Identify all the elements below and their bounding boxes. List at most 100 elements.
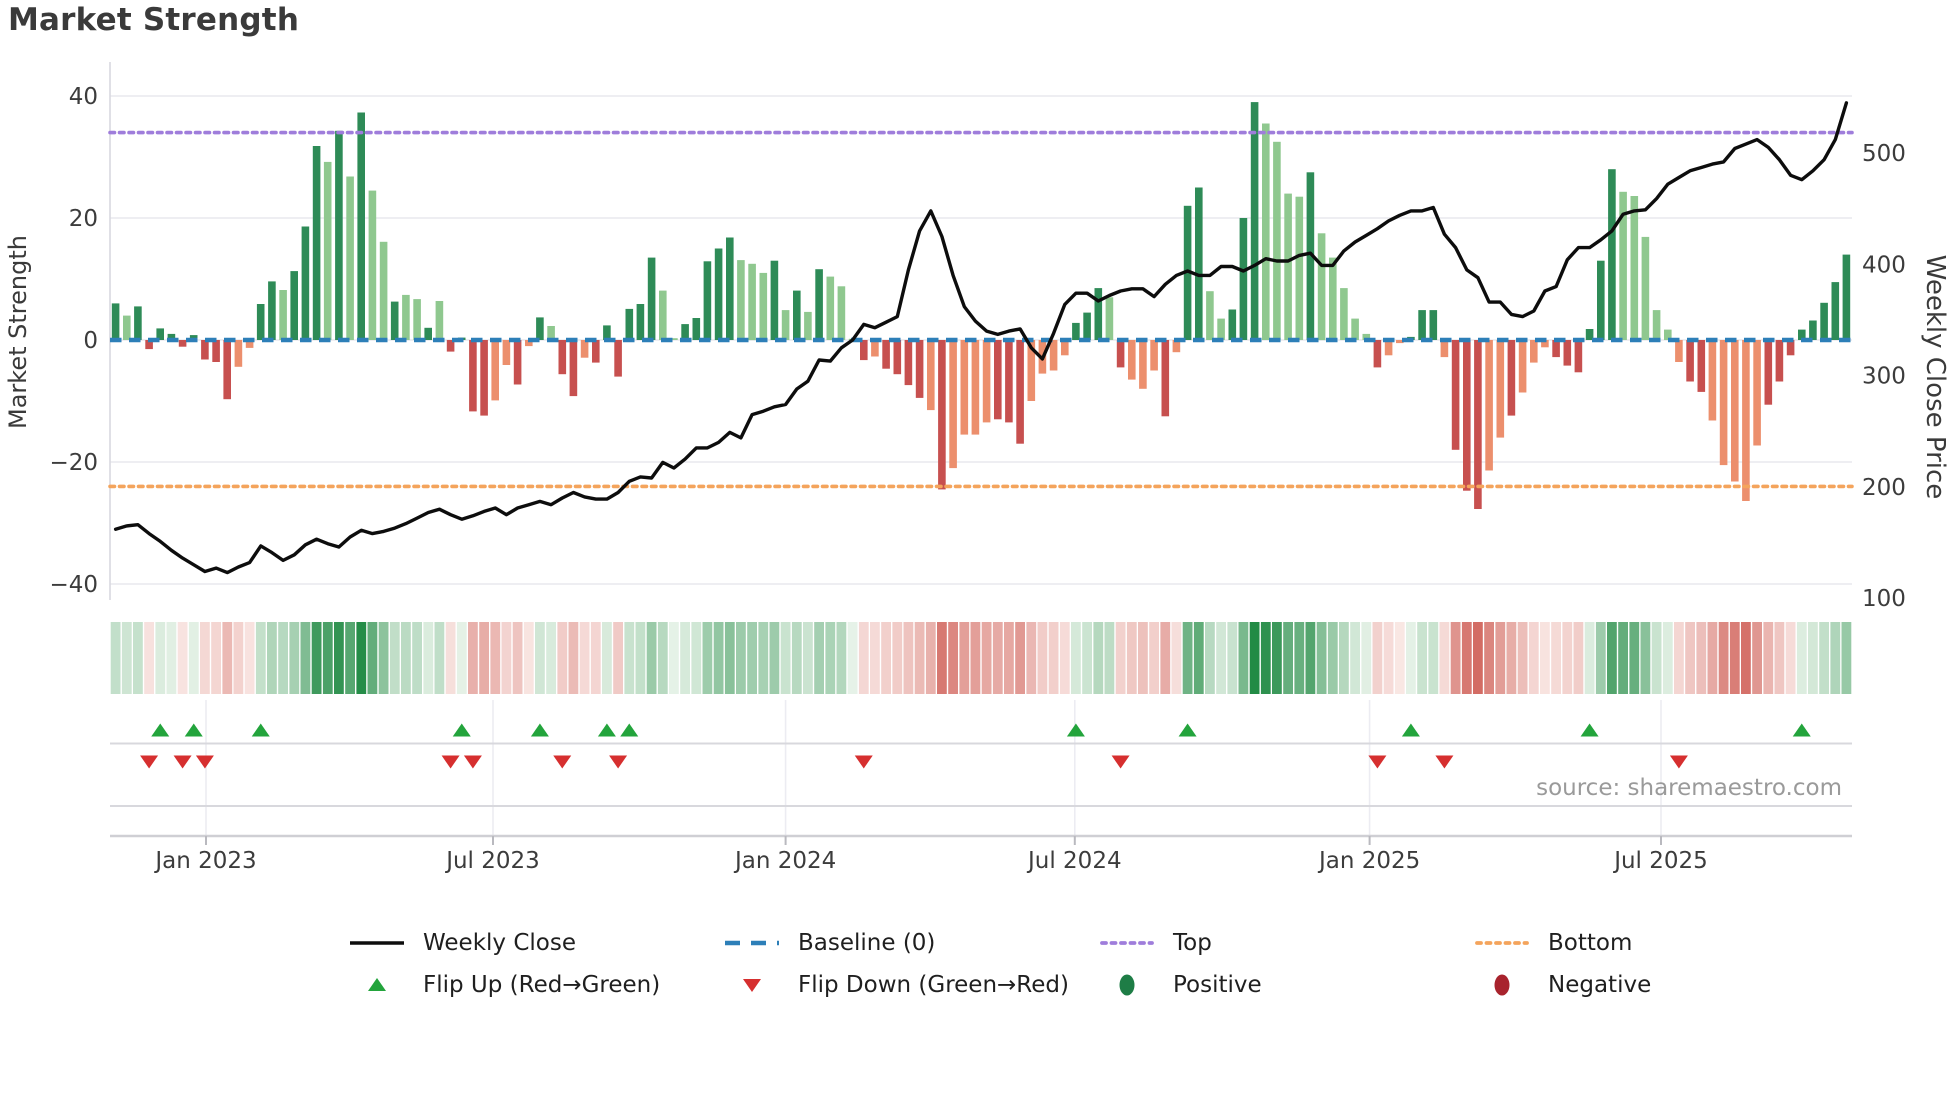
heatmap-cell — [925, 622, 936, 694]
svg-text:500: 500 — [1862, 141, 1906, 167]
left-axis-title: Market Strength — [4, 235, 32, 429]
flip-down-icon — [140, 755, 159, 769]
heatmap-cell — [602, 622, 612, 694]
flip-down-icon — [1368, 755, 1387, 769]
flip-down-icon — [553, 755, 572, 769]
bar — [469, 340, 477, 412]
heatmap-cell — [1595, 622, 1606, 694]
heatmap-cell — [903, 622, 914, 694]
heatmap-cell — [858, 622, 869, 694]
bar — [234, 340, 243, 367]
bar — [1764, 340, 1773, 405]
heatmap-cell — [1707, 622, 1718, 694]
heatmap-cell — [1193, 622, 1204, 694]
heatmap-cell — [233, 622, 244, 694]
heatmap-cell — [322, 622, 333, 694]
heatmap-cell — [401, 622, 411, 694]
bar — [1418, 310, 1426, 340]
swatch-dashed-icon — [720, 930, 784, 956]
bar — [1608, 169, 1616, 340]
heatmap-cell — [1182, 622, 1193, 694]
bar — [223, 340, 231, 400]
bar — [714, 248, 723, 340]
heatmap-cell — [825, 622, 836, 694]
flip-down-icon — [195, 755, 214, 769]
heatmap-cell — [1718, 622, 1729, 694]
heatmap-cell — [501, 622, 512, 694]
bar — [435, 301, 444, 340]
heatmap-cell — [1439, 622, 1450, 694]
bar — [1128, 340, 1136, 380]
bar — [1340, 288, 1348, 340]
heatmap-cell — [1573, 622, 1584, 694]
heatmap-cell — [535, 622, 545, 694]
heatmap-cell — [1205, 622, 1215, 694]
bar — [1809, 320, 1817, 340]
heatmap-cell — [177, 622, 188, 694]
bar — [1641, 236, 1650, 340]
bar — [1072, 322, 1080, 340]
bar — [1206, 291, 1214, 340]
heatmap-cell — [1506, 622, 1517, 694]
bar — [491, 340, 499, 401]
bar — [1530, 340, 1538, 363]
bar — [960, 340, 969, 435]
svg-text:20: 20 — [69, 206, 98, 232]
heatmap-cell — [724, 622, 735, 694]
panel-gridlines — [110, 700, 1852, 836]
heatmap-cell — [959, 622, 970, 694]
heatmap-cell — [780, 622, 791, 694]
bar — [1150, 340, 1158, 371]
bar — [815, 269, 823, 340]
heatmap-cell — [222, 622, 233, 694]
bar — [882, 340, 890, 369]
bar — [513, 340, 522, 385]
heatmap-cell — [1528, 622, 1539, 694]
svg-text:Jan 2023: Jan 2023 — [153, 848, 256, 874]
bar — [681, 324, 689, 340]
bar — [625, 308, 634, 340]
flip-up-icon — [184, 723, 203, 737]
heatmap-cell — [311, 622, 322, 694]
svg-text:Jul 2023: Jul 2023 — [444, 848, 540, 874]
bar — [312, 146, 321, 340]
heatmap-cell — [334, 622, 344, 694]
heatmap-cell — [1372, 622, 1383, 694]
legend-item-weekly-close: Weekly Close — [345, 930, 720, 956]
bar — [134, 306, 142, 340]
heatmap-cell — [1484, 622, 1494, 694]
legend-item-label: Negative — [1548, 972, 1652, 998]
flip-up-icon — [597, 723, 616, 737]
heatmap-cell — [1741, 622, 1751, 694]
bar — [1518, 340, 1527, 393]
heatmap-cell — [211, 622, 221, 694]
flip-down-icon — [1111, 755, 1130, 769]
heatmap-cell — [1763, 622, 1774, 694]
source-attribution: source: sharemaestro.com — [1536, 775, 1842, 801]
bar — [1262, 123, 1270, 340]
bar — [982, 340, 991, 423]
bar — [1719, 340, 1728, 466]
heatmap-cell — [1640, 622, 1651, 694]
bar — [290, 271, 298, 340]
bar — [569, 340, 578, 397]
heatmap-cell — [1260, 622, 1271, 694]
bar — [1630, 196, 1639, 340]
heatmap-cell — [389, 622, 400, 694]
svg-text:Jan 2025: Jan 2025 — [1317, 848, 1420, 874]
bar — [480, 340, 488, 416]
legend-item-label: Bottom — [1548, 930, 1633, 956]
heatmap-cell — [1093, 622, 1104, 694]
svg-text:0: 0 — [83, 328, 98, 354]
heatmap-cell — [468, 622, 478, 694]
heatmap-cell — [1115, 622, 1126, 694]
bar — [1731, 340, 1739, 482]
bar — [379, 241, 388, 340]
bar — [748, 263, 756, 341]
bar — [1686, 340, 1694, 382]
heatmap-cell — [1618, 622, 1628, 694]
bar — [536, 317, 544, 340]
bar — [1105, 297, 1114, 340]
flip-up-icon — [1178, 723, 1197, 737]
heatmap-cell — [702, 622, 713, 694]
